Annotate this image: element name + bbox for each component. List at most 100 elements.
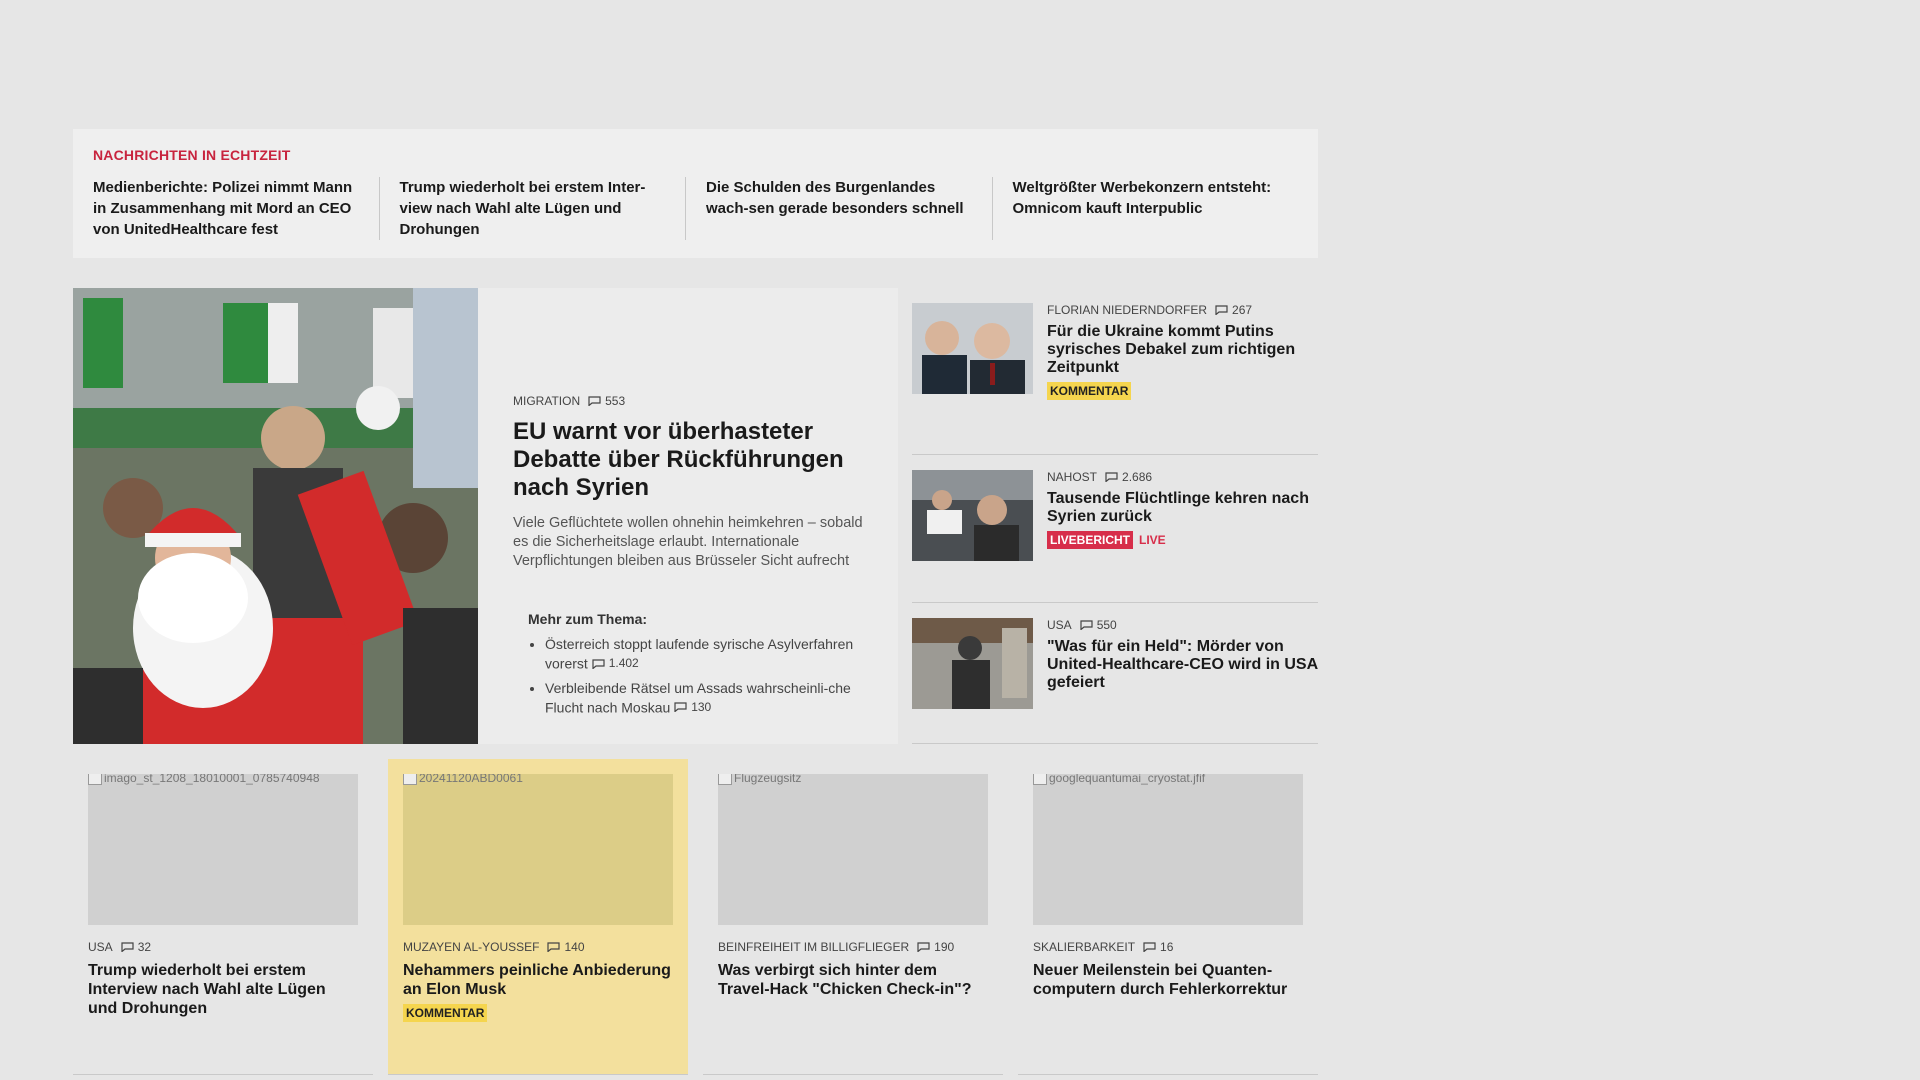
- article-cards: imago_st_1208_18010001_0785740948 USA 32…: [73, 759, 1318, 1075]
- category-label[interactable]: BEINFREIHEIT IM BILLIGFLIEGER: [718, 940, 909, 954]
- comment-count[interactable]: 267: [1215, 303, 1252, 317]
- category-label[interactable]: USA: [1047, 618, 1072, 632]
- livebericht-badge: LIVEBERICHT: [1047, 531, 1134, 549]
- side-story[interactable]: USA 550 "Was für ein Held": Mörder von U…: [912, 603, 1318, 744]
- broken-image-icon: imago_st_1208_18010001_0785740948: [88, 774, 320, 785]
- side-story[interactable]: FLORIAN NIEDERNDORFER 267 Für die Ukrain…: [912, 288, 1318, 455]
- image-alt-text: Flugzeugsitz: [734, 774, 802, 785]
- comment-icon: [1080, 620, 1093, 630]
- thumb-illustration: [912, 470, 1033, 561]
- side-story-image[interactable]: [912, 470, 1033, 561]
- card-image[interactable]: imago_st_1208_18010001_0785740948: [88, 774, 358, 925]
- article-card-opinion[interactable]: 20241120ABD0061 MUZAYEN AL-YOUSSEF 140 N…: [388, 759, 688, 1075]
- lead-image[interactable]: [73, 288, 478, 744]
- card-image[interactable]: googlequantumai_cryostat.jfif: [1033, 774, 1303, 925]
- side-story-image[interactable]: [912, 618, 1033, 709]
- comment-count[interactable]: 1.402: [592, 654, 639, 673]
- ticker-item[interactable]: Weltgrößter Werbekonzern entsteht: Omnic…: [991, 177, 1299, 240]
- related-list: Österreich stoppt laufende syrische Asyl…: [528, 635, 864, 717]
- side-kicker: USA 550: [1047, 618, 1318, 632]
- kommentar-badge: KOMMENTAR: [403, 1004, 488, 1022]
- card-kicker: USA 32: [88, 940, 358, 954]
- article-card[interactable]: Flugzeugsitz BEINFREIHEIT IM BILLIGFLIEG…: [703, 759, 1003, 1075]
- comment-count[interactable]: 140: [547, 940, 585, 954]
- comment-count[interactable]: 190: [917, 940, 954, 954]
- side-story-headline[interactable]: Für die Ukraine kommt Putins syrisches D…: [1047, 323, 1318, 377]
- side-story-headline[interactable]: Tausende Flüchtlinge kehren nach Syrien …: [1047, 490, 1318, 526]
- side-story-text: FLORIAN NIEDERNDORFER 267 Für die Ukrain…: [1033, 303, 1318, 454]
- comment-icon: [917, 942, 930, 952]
- side-kicker: FLORIAN NIEDERNDORFER 267: [1047, 303, 1318, 317]
- comment-count-value: 130: [691, 699, 712, 714]
- related-topics: Mehr zum Thema: Österreich stoppt laufen…: [513, 611, 864, 717]
- side-stories: FLORIAN NIEDERNDORFER 267 Für die Ukrain…: [912, 288, 1318, 744]
- related-item[interactable]: Österreich stoppt laufende syrische Asyl…: [545, 635, 864, 674]
- comment-count-value: 553: [605, 394, 626, 408]
- card-image[interactable]: Flugzeugsitz: [718, 774, 988, 925]
- related-item[interactable]: Verbleibende Rätsel um Assads wahrschein…: [545, 679, 864, 718]
- comment-icon: [588, 396, 601, 406]
- author-label[interactable]: FLORIAN NIEDERNDORFER: [1047, 303, 1207, 317]
- card-image[interactable]: 20241120ABD0061: [403, 774, 673, 925]
- card-kicker: MUZAYEN AL-YOUSSEF 140: [403, 940, 673, 954]
- comment-icon: [1105, 472, 1118, 482]
- card-headline[interactable]: Was verbirgt sich hinter dem Travel-Hack…: [718, 961, 988, 999]
- card-headline[interactable]: Nehammers peinliche Anbiederung an Elon …: [403, 961, 673, 999]
- lead-body: MIGRATION 553 EU warnt vor überhasteter …: [478, 288, 898, 744]
- category-label[interactable]: NAHOST: [1047, 470, 1097, 484]
- side-story-image[interactable]: [912, 303, 1033, 394]
- ticker-items: Medienberichte: Polizei nimmt Mann in Zu…: [93, 177, 1298, 240]
- card-kicker: SKALIERBARKEIT 16: [1033, 940, 1303, 954]
- comment-count[interactable]: 16: [1143, 940, 1173, 954]
- comment-count[interactable]: 130: [674, 698, 711, 717]
- comment-icon: [674, 702, 687, 712]
- lead-photo-illustration: [73, 288, 478, 744]
- comment-icon: [121, 942, 134, 952]
- ticker-item[interactable]: Trump wiederholt bei erstem Inter-view n…: [378, 177, 686, 240]
- comment-count-value: 550: [1096, 618, 1117, 632]
- side-story-text: USA 550 "Was für ein Held": Mörder von U…: [1033, 618, 1318, 743]
- image-alt-text: 20241120ABD0061: [419, 774, 523, 785]
- comment-count[interactable]: 550: [1080, 618, 1117, 632]
- card-headline[interactable]: Neuer Meilenstein bei Quanten-computern …: [1033, 961, 1303, 999]
- side-story[interactable]: NAHOST 2.686 Tausende Flüchtlinge kehren…: [912, 455, 1318, 603]
- side-story-headline[interactable]: "Was für ein Held": Mörder von United-He…: [1047, 638, 1318, 692]
- comment-count-value: 2.686: [1122, 470, 1153, 484]
- ticker-item[interactable]: Die Schulden des Burgenlandes wach-sen g…: [685, 177, 992, 240]
- article-card[interactable]: imago_st_1208_18010001_0785740948 USA 32…: [73, 759, 373, 1075]
- side-story-text: NAHOST 2.686 Tausende Flüchtlinge kehren…: [1033, 470, 1318, 602]
- comment-count-value: 32: [137, 940, 152, 954]
- live-ticker: NACHRICHTEN IN ECHTZEIT Medienberichte: …: [73, 129, 1318, 258]
- lead-headline[interactable]: EU warnt vor überhasteter Debatte über R…: [513, 418, 864, 502]
- broken-image-icon: 20241120ABD0061: [403, 774, 523, 785]
- image-alt-text: googlequantumai_cryostat.jfif: [1049, 774, 1206, 785]
- image-alt-text: imago_st_1208_18010001_0785740948: [104, 774, 320, 785]
- live-indicator: LIVE: [1139, 533, 1166, 547]
- comment-count[interactable]: 32: [121, 940, 151, 954]
- comment-icon: [547, 942, 561, 952]
- broken-image-icon: Flugzeugsitz: [718, 774, 801, 785]
- category-label[interactable]: MIGRATION: [513, 394, 580, 408]
- comment-count-value: 1.402: [608, 656, 639, 670]
- author-label[interactable]: MUZAYEN AL-YOUSSEF: [403, 940, 539, 954]
- comment-icon: [592, 658, 605, 669]
- category-label[interactable]: SKALIERBARKEIT: [1033, 940, 1135, 954]
- ticker-label: NACHRICHTEN IN ECHTZEIT: [93, 147, 291, 163]
- card-headline[interactable]: Trump wiederholt bei erstem Interview na…: [88, 961, 358, 1018]
- comment-count-value: 140: [564, 940, 585, 954]
- comment-count-value: 16: [1160, 940, 1174, 954]
- ticker-item[interactable]: Medienberichte: Polizei nimmt Mann in Zu…: [93, 177, 379, 240]
- kommentar-badge: KOMMENTAR: [1047, 382, 1132, 400]
- comment-count[interactable]: 2.686: [1105, 470, 1152, 484]
- thumb-illustration: [912, 303, 1033, 394]
- broken-image-icon: googlequantumai_cryostat.jfif: [1033, 774, 1205, 785]
- comment-icon: [1143, 942, 1156, 952]
- lead-story: MIGRATION 553 EU warnt vor überhasteter …: [73, 288, 898, 744]
- category-label[interactable]: USA: [88, 940, 113, 954]
- lead-teaser: Viele Geflüchtete wollen ohnehin heimkeh…: [513, 515, 863, 569]
- article-card[interactable]: googlequantumai_cryostat.jfif SKALIERBAR…: [1018, 759, 1318, 1075]
- comment-count-value: 190: [934, 940, 955, 954]
- comment-count[interactable]: 553: [588, 394, 625, 408]
- comment-count-value: 267: [1232, 303, 1253, 317]
- card-kicker: BEINFREIHEIT IM BILLIGFLIEGER 190: [718, 940, 988, 954]
